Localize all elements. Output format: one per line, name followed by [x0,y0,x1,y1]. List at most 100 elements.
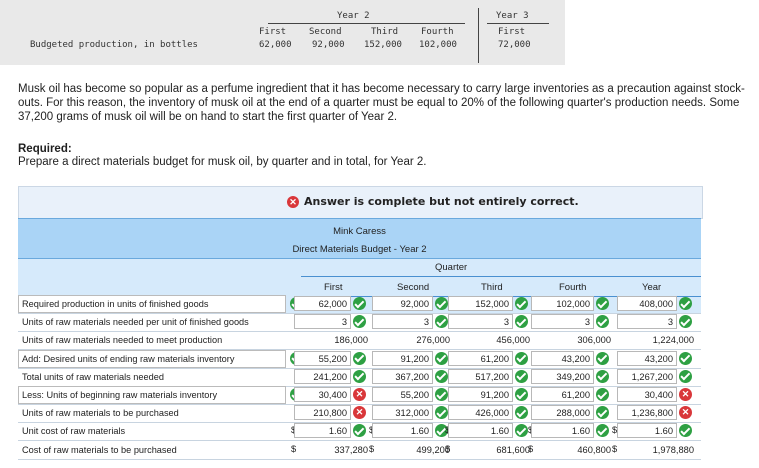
budget-row: Less: Units of beginning raw materials i… [18,386,701,405]
check-icon [353,369,366,383]
cell-first[interactable]: 62,000 [294,296,351,311]
prod-header-third: Third [371,27,399,37]
cell-first[interactable]: 210,800 [294,405,351,421]
prod-header-first: First [259,27,287,37]
cell-second[interactable]: 92,000 [372,296,433,311]
error-icon: ✕ [679,388,692,401]
cell-first[interactable]: 3 [294,314,351,330]
quarter-underline [301,276,701,277]
prod-header-second: Second [309,27,342,37]
cell-first[interactable]: 30,400 [294,387,351,402]
error-icon: ✕ [679,406,692,420]
prod-value-fourth: 102,000 [419,40,457,50]
quarter-label: Quarter [435,262,468,273]
budget-row: Total units of raw materials needed 241,2… [18,368,701,387]
check-icon [515,388,528,401]
budget-row: Units of raw materials needed per unit o… [18,313,701,333]
cell-third[interactable]: 517,200 [448,368,513,384]
prod-header-fourth: Fourth [421,27,454,37]
check-icon [353,424,366,438]
cell-second[interactable]: 367,200 [372,368,433,384]
check-icon [679,315,692,329]
check-icon [515,406,528,420]
prod-header-year3-first: First [498,27,526,37]
cell-first[interactable]: 241,200 [294,368,351,384]
currency-symbol: $ [445,443,451,454]
budget-title-header: Mink Caress Direct Materials Budget - Ye… [18,218,701,259]
row-label: Add: Desired units of ending raw materia… [22,353,235,364]
error-icon: ✕ [287,196,299,208]
cell-year[interactable]: 408,000 [617,296,677,311]
col-first: First [324,282,343,293]
required-heading: Required: [18,143,72,155]
check-icon [435,315,448,329]
cell-third[interactable]: 91,200 [448,387,513,402]
cell-year[interactable]: 43,200 [617,350,677,366]
budget-title: Direct Materials Budget - Year 2 [292,244,427,255]
error-icon: ✕ [353,406,366,420]
check-icon [515,351,528,365]
cell-second[interactable]: 312,000 [372,405,433,421]
budget-row: Unit cost of raw materials$1.60$1.60$1.6… [18,422,701,442]
year2-underline [268,23,465,24]
col-third: Third [481,282,503,293]
cell-year[interactable]: 1.60 [617,423,677,439]
cell-year[interactable]: 3 [617,314,677,330]
year3-label: Year 3 [496,11,529,21]
cell-first[interactable]: 55,200 [294,350,351,366]
cell-fourth[interactable]: 61,200 [531,387,594,402]
cell-second[interactable]: 1.60 [372,423,433,439]
cell-fourth: 306,000 [577,335,611,346]
check-icon [515,424,528,438]
check-icon [435,369,448,383]
currency-symbol: $ [369,443,375,454]
cell-third[interactable]: 1.60 [448,423,513,439]
check-icon [596,424,609,438]
cell-fourth[interactable]: 1.60 [531,423,594,439]
budget-row: Add: Desired units of ending raw materia… [18,349,701,369]
cell-second[interactable]: 91,200 [372,350,433,366]
row-label: Units of raw materials needed per unit o… [22,317,249,328]
cell-second[interactable]: 3 [372,314,433,330]
cell-third: 681,600 [496,444,530,455]
check-icon [596,369,609,383]
cell-fourth[interactable]: 288,000 [531,405,594,421]
cell-third[interactable]: 3 [448,314,513,330]
cell-fourth[interactable]: 3 [531,314,594,330]
cell-year: 1,978,880 [652,444,694,455]
prod-value-third: 152,000 [364,40,402,50]
check-icon [435,406,448,420]
problem-text: Musk oil has become so popular as a perf… [18,83,745,123]
row-label: Unit cost of raw materials [22,426,126,437]
year2-label: Year 2 [337,11,370,21]
col-second: Second [397,282,430,293]
cell-third[interactable]: 426,000 [448,405,513,421]
row-label: Total units of raw materials needed [22,371,164,382]
check-icon [435,388,448,401]
check-icon [596,351,609,365]
cell-third[interactable]: 152,000 [448,296,513,311]
currency-symbol: $ [291,443,297,454]
cell-fourth[interactable]: 349,200 [531,368,594,384]
cell-year: 1,224,000 [652,335,694,346]
cell-year[interactable]: 1,267,200 [617,368,677,384]
budget-row: Units of raw materials to be purchased 21… [18,404,701,424]
error-icon: ✕ [353,388,366,401]
year3-underline [487,23,549,24]
cell-year[interactable]: 1,236,800 [617,405,677,421]
row-label: Units of raw materials to be purchased [22,408,179,419]
cell-year[interactable]: 30,400 [617,387,677,402]
check-icon [353,315,366,329]
cell-second: 276,000 [416,335,450,346]
cell-first[interactable]: 1.60 [294,423,351,439]
cell-fourth[interactable]: 43,200 [531,350,594,366]
check-icon [353,297,366,310]
banner-message: Answer is complete but not entirely corr… [304,195,579,208]
cell-second[interactable]: 55,200 [372,387,433,402]
check-icon [679,297,692,310]
required-text: Prepare a direct materials budget for mu… [18,156,427,168]
cell-fourth[interactable]: 102,000 [531,296,594,311]
cell-third[interactable]: 61,200 [448,350,513,366]
col-fourth: Fourth [559,282,587,293]
check-icon [596,406,609,420]
